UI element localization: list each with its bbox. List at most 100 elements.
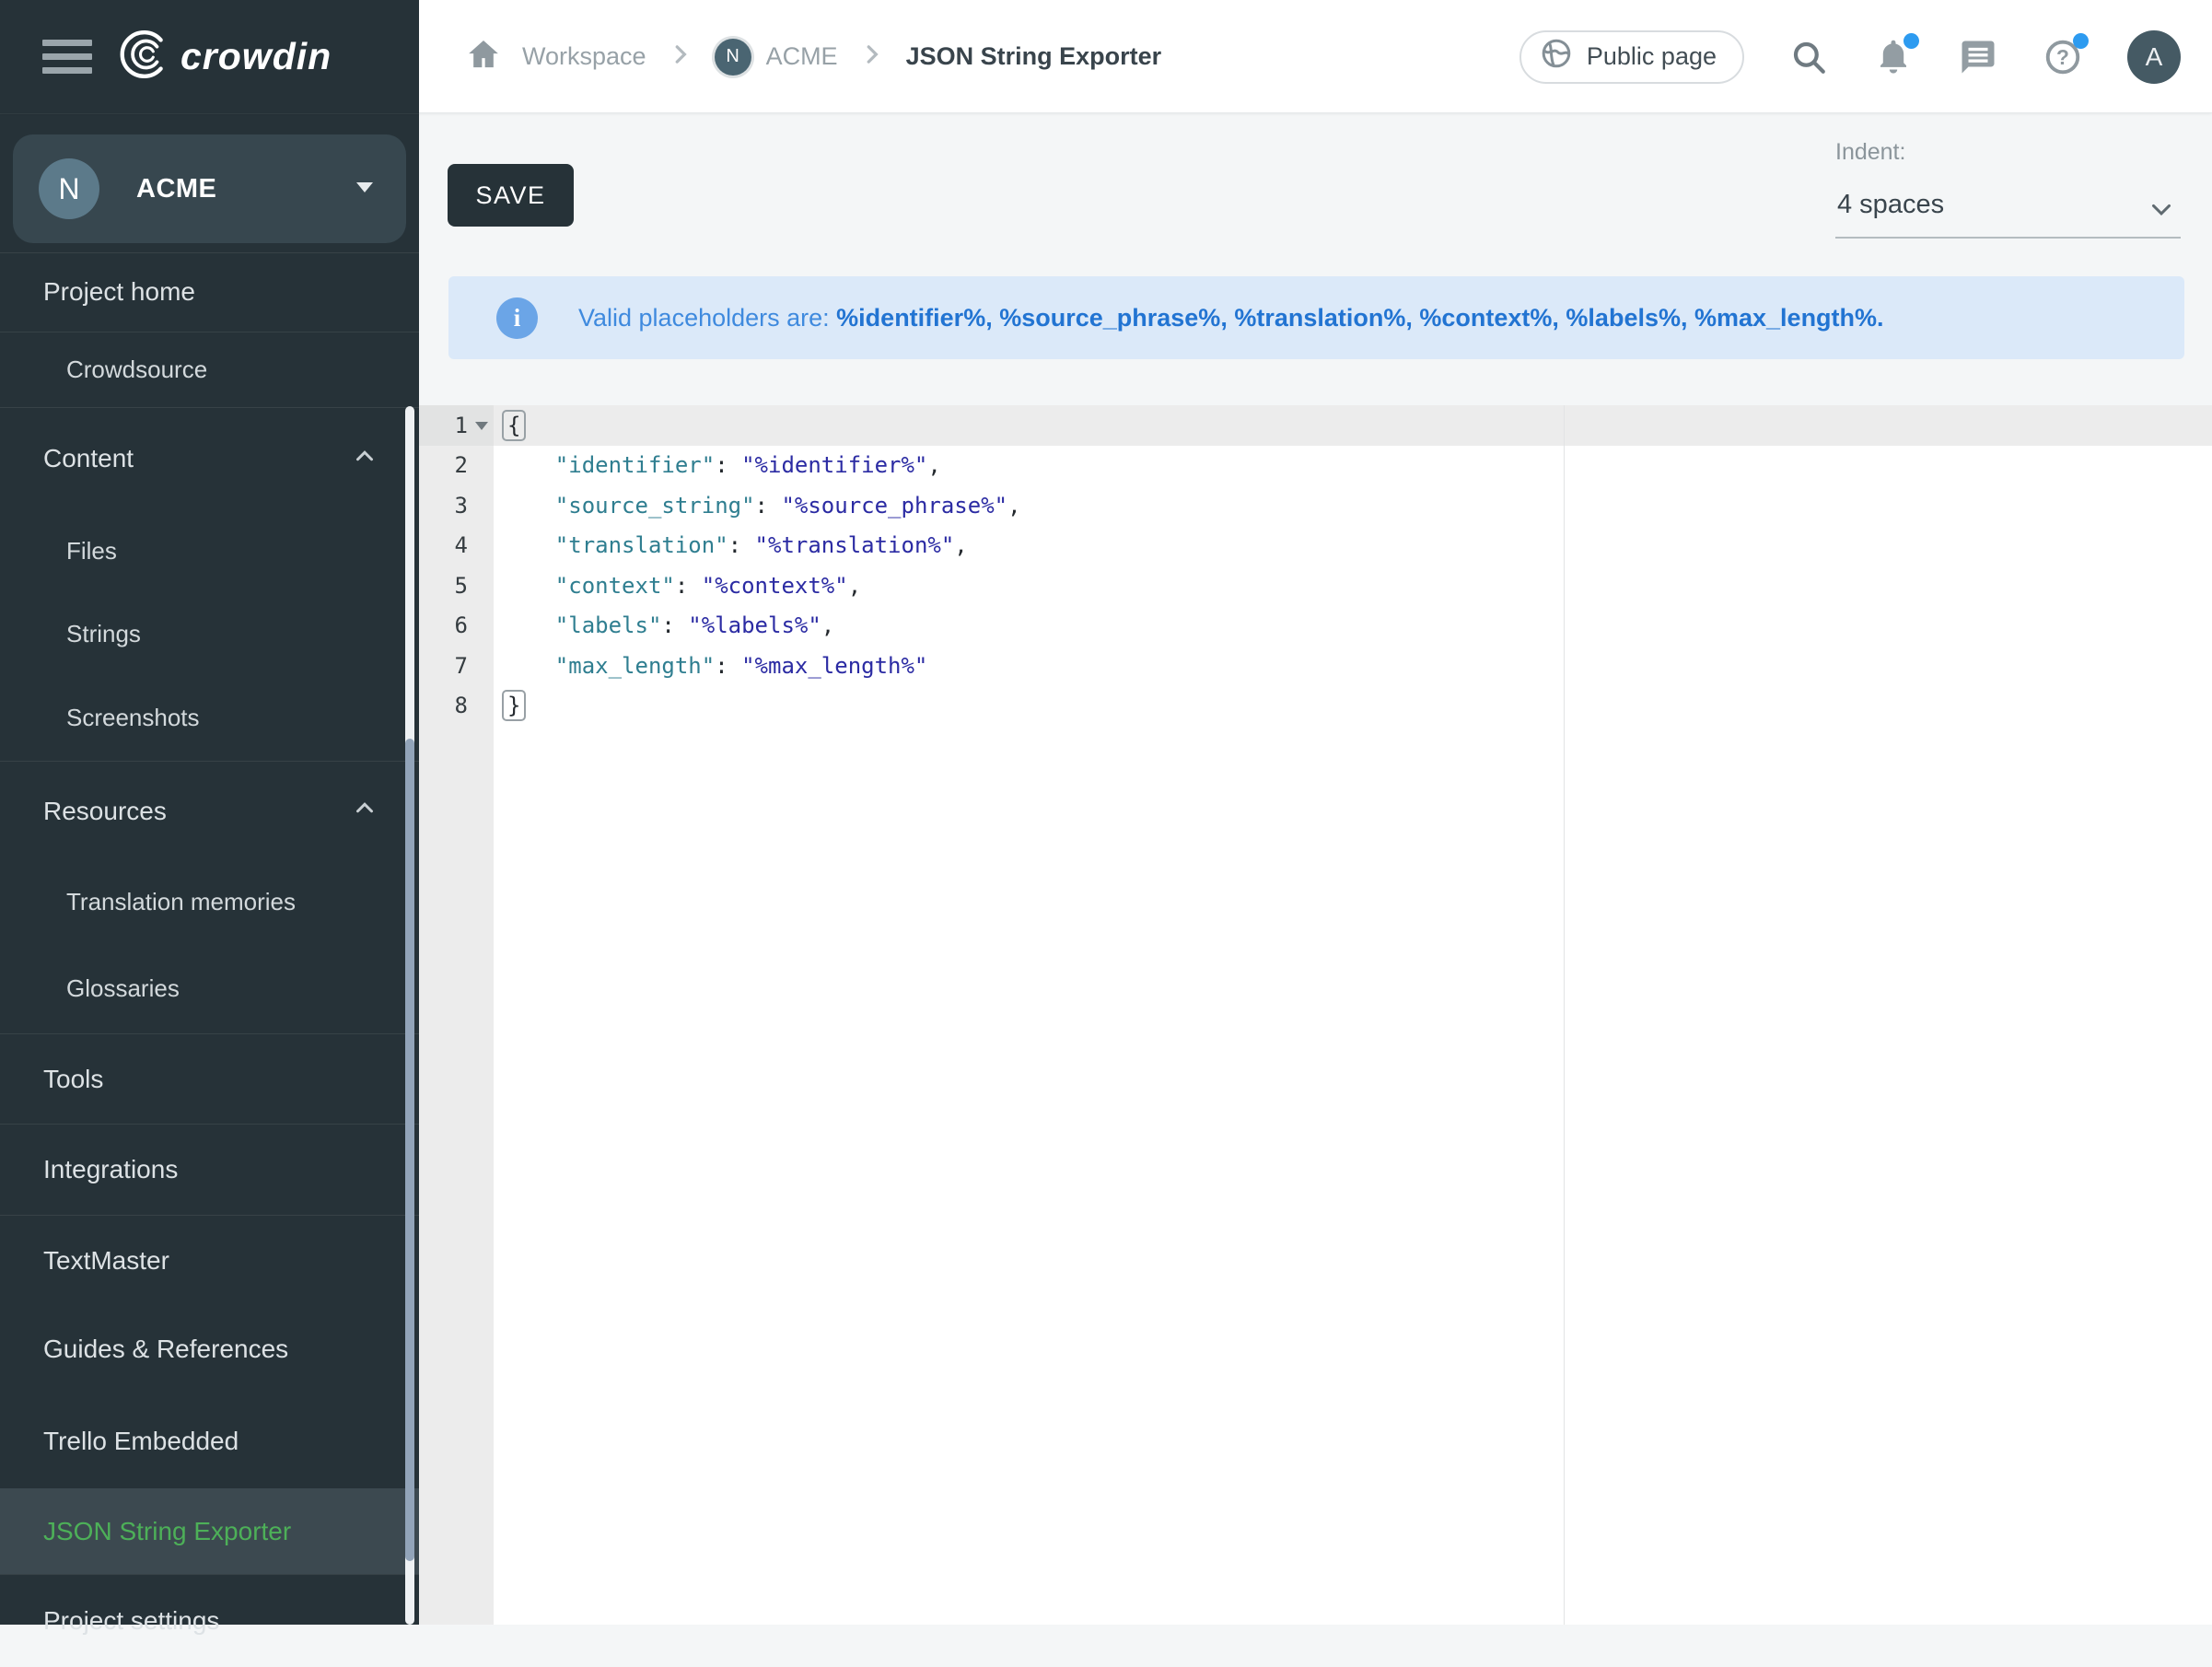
line-number: 6 bbox=[419, 606, 494, 647]
chevron-right-icon bbox=[858, 41, 886, 73]
sidebar-item-label: Trello Embedded bbox=[43, 1427, 239, 1456]
sidebar-item-crowdsource[interactable]: Crowdsource bbox=[0, 332, 419, 407]
indent-setting: Indent: 4 spaces bbox=[1835, 139, 2181, 239]
code-line-2: "identifier": "%identifier%", bbox=[494, 446, 2212, 486]
sidebar-item-integrations[interactable]: Integrations bbox=[0, 1125, 419, 1215]
sidebar-item-project-home[interactable]: Project home bbox=[0, 252, 419, 332]
code-line-8: } bbox=[494, 686, 2212, 727]
code-line-4: "translation": "%translation%", bbox=[494, 526, 2212, 566]
project-name: ACME bbox=[136, 174, 216, 204]
save-button[interactable]: SAVE bbox=[448, 164, 574, 227]
chevron-up-icon bbox=[351, 442, 378, 476]
top-bar-actions: Public page ? bbox=[1519, 0, 2181, 113]
sidebar-item-textmaster[interactable]: TextMaster bbox=[0, 1216, 419, 1305]
line-number: 4 bbox=[419, 526, 494, 566]
chevron-down-icon bbox=[2146, 193, 2177, 229]
breadcrumb-item-workspace[interactable]: Workspace bbox=[522, 42, 646, 71]
placeholder-token: %identifier%, bbox=[836, 304, 999, 332]
line-number: 2 bbox=[419, 446, 494, 486]
code-line-3: "source_string": "%source_phrase%", bbox=[494, 485, 2212, 526]
user-avatar[interactable]: A bbox=[2127, 30, 2181, 84]
info-banner: i Valid placeholders are: %identifier%, … bbox=[448, 276, 2184, 359]
sidebar-item-guides-references[interactable]: Guides & References bbox=[0, 1305, 419, 1393]
code-line-5: "context": "%context%", bbox=[494, 565, 2212, 606]
breadcrumb-item-acme[interactable]: N ACME bbox=[715, 39, 838, 76]
code-line-7: "max_length": "%max_length%" bbox=[494, 646, 2212, 686]
sidebar-item-files[interactable]: Files bbox=[0, 509, 419, 592]
help-icon[interactable]: ? bbox=[2043, 37, 2083, 77]
placeholder-token: %translation%, bbox=[1234, 304, 1419, 332]
placeholder-token: %max_length%. bbox=[1694, 304, 1884, 332]
sidebar-item-label: Resources bbox=[43, 797, 167, 826]
sidebar-item-label: Integrations bbox=[43, 1155, 178, 1184]
line-number: 5 bbox=[419, 565, 494, 606]
indent-select[interactable]: 4 spaces bbox=[1835, 182, 2181, 239]
info-icon: i bbox=[496, 297, 538, 339]
caret-down-icon bbox=[356, 182, 373, 192]
top-bar: crowdin Workspace N ACME JSON String Export… bbox=[0, 0, 2212, 113]
globe-icon bbox=[1540, 37, 1573, 76]
placeholder-token: %source_phrase%, bbox=[999, 304, 1234, 332]
line-number: 8 bbox=[419, 686, 494, 727]
sidebar-item-label: TextMaster bbox=[43, 1246, 169, 1276]
sidebar-header: crowdin bbox=[0, 0, 419, 113]
code-line-6: "labels": "%labels%", bbox=[494, 606, 2212, 647]
sidebar-item-label: Translation memories bbox=[66, 888, 296, 916]
sidebar-item-label: Content bbox=[43, 444, 134, 473]
crowdin-logo[interactable]: crowdin bbox=[118, 28, 332, 86]
chevron-right-icon bbox=[667, 41, 694, 73]
code-content[interactable]: { "identifier": "%identifier%", "source_… bbox=[494, 405, 2212, 726]
placeholder-token: %labels%, bbox=[1566, 304, 1694, 332]
messages-icon[interactable] bbox=[1958, 37, 1998, 77]
code-editor[interactable]: 12345678 { "identifier": "%identifier%",… bbox=[419, 405, 2212, 1625]
public-page-button[interactable]: Public page bbox=[1519, 30, 1744, 84]
indent-label: Indent: bbox=[1835, 139, 2181, 166]
breadcrumb-label: ACME bbox=[766, 42, 838, 71]
sidebar-item-trello-embedded[interactable]: Trello Embedded bbox=[0, 1393, 419, 1488]
line-number-gutter: 12345678 bbox=[419, 405, 494, 1625]
fold-caret-icon[interactable] bbox=[475, 422, 488, 430]
code-line-1: { bbox=[494, 405, 2212, 446]
placeholder-token: %context%, bbox=[1419, 304, 1566, 332]
sidebar-item-translation-memories[interactable]: Translation memories bbox=[0, 860, 419, 943]
sidebar-item-content[interactable]: Content bbox=[0, 408, 419, 509]
sidebar-item-tools[interactable]: Tools bbox=[0, 1034, 419, 1124]
crowdin-logo-icon bbox=[118, 28, 171, 86]
hamburger-menu-icon[interactable] bbox=[42, 32, 92, 81]
indent-selected-value: 4 spaces bbox=[1837, 190, 1944, 219]
breadcrumb: Workspace N ACME JSON String Exporter bbox=[465, 0, 1161, 113]
breadcrumb-item-json-string-exporter[interactable]: JSON String Exporter bbox=[906, 42, 1162, 71]
line-number: 3 bbox=[419, 485, 494, 526]
search-icon[interactable] bbox=[1788, 37, 1829, 77]
line-number: 7 bbox=[419, 646, 494, 686]
sidebar: N ACME Project home Crowdsource Content Fil… bbox=[0, 113, 419, 1625]
sidebar-item-label: Project home bbox=[43, 277, 195, 307]
sidebar-item-label: Files bbox=[66, 537, 117, 565]
sidebar-item-screenshots[interactable]: Screenshots bbox=[0, 675, 419, 761]
sidebar-scrollbar-thumb[interactable] bbox=[405, 739, 414, 1561]
sidebar-item-label: Strings bbox=[66, 620, 141, 648]
chevron-up-icon bbox=[351, 794, 378, 828]
main-content: SAVE Indent: 4 spaces i Valid placeholde… bbox=[419, 113, 2212, 1625]
notifications-bell-icon[interactable] bbox=[1873, 37, 1914, 77]
help-badge-dot bbox=[2073, 33, 2089, 49]
breadcrumb-label: JSON String Exporter bbox=[906, 42, 1162, 71]
sidebar-item-label: Screenshots bbox=[66, 704, 200, 732]
sidebar-item-resources[interactable]: Resources bbox=[0, 762, 419, 860]
sidebar-item-label: Crowdsource bbox=[66, 356, 207, 384]
sidebar-item-project-settings[interactable]: Project settings bbox=[0, 1575, 419, 1667]
sidebar-item-label: Glossaries bbox=[66, 974, 180, 1003]
sidebar-item-glossaries[interactable]: Glossaries bbox=[0, 943, 419, 1033]
breadcrumb-label: Workspace bbox=[522, 42, 646, 71]
public-page-label: Public page bbox=[1587, 42, 1717, 71]
sidebar-item-strings[interactable]: Strings bbox=[0, 592, 419, 675]
project-badge: N bbox=[715, 39, 751, 76]
info-banner-text: Valid placeholders are: %identifier%, %s… bbox=[578, 304, 1884, 332]
sidebar-nav: Project home Crowdsource Content Files Strin… bbox=[0, 252, 419, 1667]
sidebar-item-label: Tools bbox=[43, 1065, 103, 1094]
crowdin-wordmark: crowdin bbox=[180, 35, 332, 78]
project-selector[interactable]: N ACME bbox=[13, 134, 406, 243]
sidebar-item-json-string-exporter[interactable]: JSON String Exporter bbox=[0, 1488, 419, 1574]
sidebar-item-label: JSON String Exporter bbox=[43, 1517, 291, 1546]
home-icon[interactable] bbox=[465, 36, 502, 77]
